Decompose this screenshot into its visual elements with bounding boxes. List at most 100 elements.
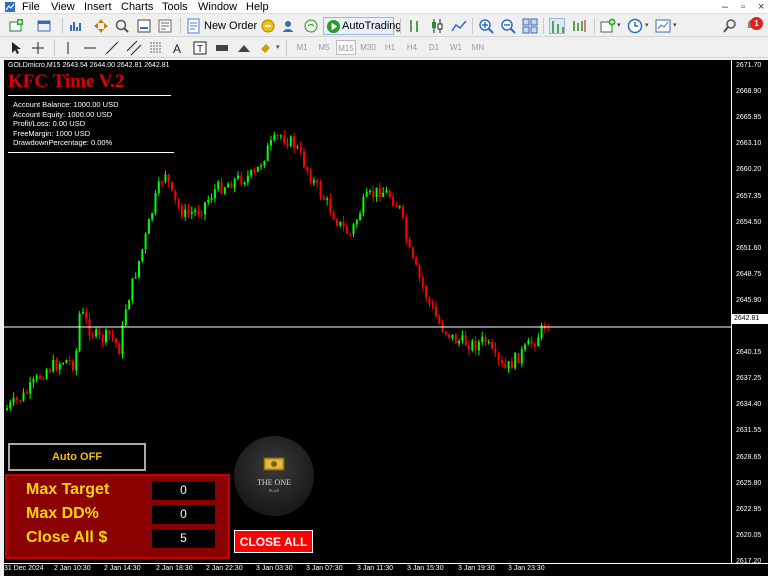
menu-charts[interactable]: Charts: [121, 0, 153, 14]
candle-body: [372, 190, 375, 197]
terminal-icon[interactable]: [136, 18, 152, 34]
bar-chart-icon[interactable]: [407, 18, 423, 34]
candle-body: [58, 364, 61, 370]
trendline-icon[interactable]: [104, 40, 120, 56]
candle-body: [48, 369, 51, 372]
new-order-button[interactable]: New Order: [204, 17, 257, 35]
signals-icon[interactable]: [280, 18, 296, 34]
rectangle-icon[interactable]: [214, 40, 230, 56]
horizontal-line-icon[interactable]: [82, 40, 98, 56]
tf-mn[interactable]: MN: [468, 40, 488, 55]
candle-body: [35, 376, 38, 380]
fibonacci-icon[interactable]: [148, 40, 164, 56]
crosshair-icon[interactable]: [30, 40, 46, 56]
candle-body: [75, 350, 78, 371]
periods-icon[interactable]: [627, 18, 643, 34]
candle-body: [144, 233, 147, 250]
candle-body: [39, 376, 41, 379]
equidistant-channel-icon[interactable]: [126, 40, 142, 56]
indicators-dropdown-icon[interactable]: ▾: [617, 21, 621, 29]
account-equity: Account Equity: 1000.00 USD: [13, 109, 113, 119]
tf-m15[interactable]: M15: [336, 40, 356, 55]
navigator-icon[interactable]: [93, 18, 109, 34]
menu-tools[interactable]: Tools: [162, 0, 188, 14]
candle-body: [345, 226, 348, 234]
candle-body: [484, 336, 487, 343]
max-target-input[interactable]: 0: [152, 481, 215, 500]
data-window-icon[interactable]: [114, 18, 130, 34]
close-all-amount-input[interactable]: 5: [152, 529, 215, 548]
market-icon[interactable]: [303, 18, 319, 34]
menu-file[interactable]: File: [22, 0, 40, 14]
periods-dropdown-icon[interactable]: ▾: [645, 21, 649, 29]
close-window-button[interactable]: ×: [758, 0, 764, 14]
candle-body: [266, 145, 269, 162]
tile-windows-icon[interactable]: [522, 18, 538, 34]
cursor-icon[interactable]: [8, 40, 24, 56]
candle-body: [12, 397, 15, 403]
autotrading-button[interactable]: AutoTrading: [323, 17, 402, 35]
menu-view[interactable]: View: [51, 0, 75, 14]
arrows-icon[interactable]: [258, 40, 274, 56]
search-icon[interactable]: [722, 18, 738, 34]
price-tick: 2663.10: [736, 140, 762, 148]
tf-h4[interactable]: H4: [402, 40, 422, 55]
candle-body: [154, 193, 157, 213]
line-chart-icon[interactable]: [451, 18, 467, 34]
time-tick: 2 Jan 22:30: [206, 565, 243, 572]
tf-m30[interactable]: M30: [358, 40, 378, 55]
new-chart-icon[interactable]: [8, 18, 24, 34]
menu-insert[interactable]: Insert: [84, 0, 112, 14]
max-dd-input[interactable]: 0: [152, 505, 215, 524]
candle-body: [504, 363, 507, 369]
candle-body: [415, 257, 418, 266]
auto-toggle-button[interactable]: Auto OFF: [8, 443, 146, 471]
tf-d1[interactable]: D1: [424, 40, 444, 55]
price-tick: 2668.90: [736, 88, 762, 96]
candle-body: [197, 210, 200, 215]
candle-body: [365, 191, 368, 197]
zoom-out-icon[interactable]: [500, 18, 516, 34]
triangle-icon[interactable]: [236, 40, 252, 56]
candle-body: [332, 212, 335, 220]
candle-body: [352, 224, 355, 235]
candlestick-icon[interactable]: [429, 18, 445, 34]
tf-m5[interactable]: M5: [314, 40, 334, 55]
price-chart[interactable]: GOLDmicro,M15 2643.54 2644.00 2642.81 26…: [4, 60, 731, 563]
menu-bar: File View Insert Charts Tools Window Hel…: [0, 0, 768, 14]
menu-help[interactable]: Help: [246, 0, 269, 14]
tf-w1[interactable]: W1: [446, 40, 466, 55]
arrows-dropdown-icon[interactable]: ▾: [276, 43, 280, 51]
notifications-icon[interactable]: 1: [745, 17, 763, 35]
candle-body: [425, 286, 428, 298]
price-tick: 2622.95: [736, 505, 762, 513]
minimize-button[interactable]: –: [722, 0, 728, 14]
indicators-icon[interactable]: [600, 18, 616, 34]
strategy-tester-icon[interactable]: [157, 18, 173, 34]
text-tool-icon[interactable]: A: [170, 40, 186, 56]
metaeditor-icon[interactable]: [260, 18, 276, 34]
close-all-button[interactable]: CLOSE ALL: [234, 530, 313, 553]
market-watch-icon[interactable]: [68, 18, 84, 34]
candle-body: [220, 182, 223, 194]
templates-dropdown-icon[interactable]: ▾: [673, 21, 677, 29]
new-order-icon[interactable]: [186, 18, 202, 34]
tf-h1[interactable]: H1: [380, 40, 400, 55]
restore-button[interactable]: ▫: [741, 0, 745, 14]
tf-m1[interactable]: M1: [292, 40, 312, 55]
templates-icon[interactable]: [655, 18, 671, 34]
candle-body: [461, 335, 464, 341]
vertical-line-icon[interactable]: [60, 40, 76, 56]
text-label-icon[interactable]: T: [192, 40, 208, 56]
menu-window[interactable]: Window: [198, 0, 237, 14]
chart-shift-icon[interactable]: [572, 18, 588, 34]
auto-scroll-icon[interactable]: [549, 18, 565, 34]
candle-body: [487, 341, 490, 343]
zoom-in-icon[interactable]: [478, 18, 494, 34]
profiles-icon[interactable]: [36, 18, 52, 34]
candle-body: [527, 340, 530, 345]
mt4-window: File View Insert Charts Tools Window Hel…: [0, 0, 768, 576]
price-tick: 2634.40: [736, 401, 762, 409]
candle-body: [293, 136, 296, 148]
candle-body: [210, 198, 213, 200]
